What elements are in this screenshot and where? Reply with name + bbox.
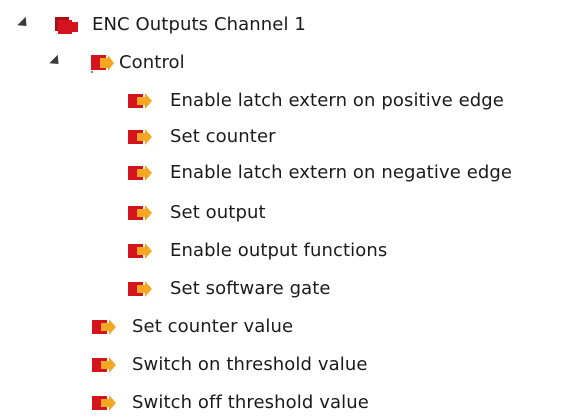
output-variable-icon [92,395,116,411]
tree-node-label: ENC Outputs Channel 1 [92,14,306,35]
tree-node-label: Enable output functions [170,240,388,261]
output-variable-icon [92,357,116,373]
tree-node-label: Set software gate [170,278,331,299]
tree-node-label: Switch on threshold value [132,354,368,375]
tree-node-switch-on-threshold[interactable]: Switch on threshold value [0,350,450,380]
tree-node-set-software-gate[interactable]: Set software gate [0,274,400,304]
output-variable-icon [128,93,152,109]
tree-node-label: Control [119,52,185,73]
tree-node-switch-off-threshold[interactable]: Switch off threshold value [0,388,450,418]
tree-node-set-counter[interactable]: Set counter [0,122,400,152]
tree-node-control[interactable]: Control [0,48,420,78]
variable-tree: ENC Outputs Channel 1 Control Enable lat… [0,0,561,415]
tree-node-label: Set counter value [132,316,294,337]
expand-collapse-icon[interactable] [17,16,31,31]
tree-node-label: Enable latch extern on positive edge [170,90,504,111]
tree-node-label: Set counter [170,126,276,147]
tree-node-label: Enable latch extern on negative edge [170,162,513,183]
output-variable-icon [128,243,152,259]
output-variable-icon [128,281,152,297]
channel-folder-icon [55,17,78,34]
tree-node-label: Switch off threshold value [132,392,369,413]
output-variable-icon [128,205,152,221]
tree-node-set-output[interactable]: Set output [0,198,400,228]
tree-node-label: Set output [170,202,266,223]
output-variable-icon [92,319,116,335]
tree-node-enable-output-functions[interactable]: Enable output functions [0,236,450,266]
tree-node-enable-latch-positive[interactable]: Enable latch extern on positive edge [0,86,561,116]
output-folder-icon [91,55,114,73]
tree-node-set-counter-value[interactable]: Set counter value [0,312,400,342]
tree-node-enc-outputs-channel-1[interactable]: ENC Outputs Channel 1 [0,10,420,40]
tree-node-enable-latch-negative[interactable]: Enable latch extern on negative edge [0,158,561,188]
expand-collapse-icon[interactable] [49,54,63,69]
output-variable-icon [128,129,152,145]
output-variable-icon [128,165,152,181]
